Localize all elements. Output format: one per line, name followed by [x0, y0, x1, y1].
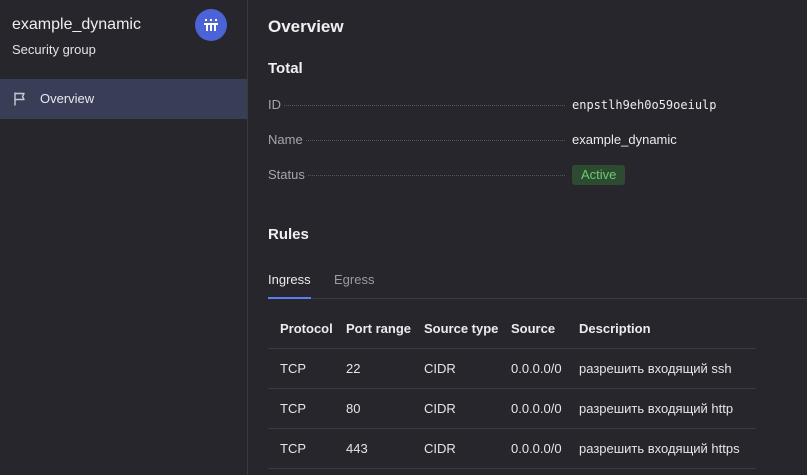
cell-source: 0.0.0.0/0: [499, 428, 567, 469]
tab-ingress[interactable]: Ingress: [268, 272, 311, 299]
cell-port-range: 443: [334, 428, 412, 469]
field-label-id: ID: [268, 97, 565, 112]
security-group-icon: [195, 9, 227, 41]
cell-source: 0.0.0.0/0: [499, 348, 567, 389]
column-header-port-range: Port range: [334, 309, 412, 349]
cell-description: разрешить входящий ssh: [567, 348, 756, 389]
cell-description: разрешить входящий http: [567, 388, 756, 429]
flag-icon: [12, 91, 28, 112]
cell-port-range: 80: [334, 388, 412, 429]
cell-protocol: TCP: [268, 348, 334, 389]
main-content: Overview Total ID enpstlh9eh0o59oeiulp N…: [248, 0, 807, 475]
section-title-rules: Rules: [268, 226, 309, 243]
cell-source-type: CIDR: [412, 388, 499, 429]
section-title-total: Total: [268, 60, 303, 77]
cell-source-type: CIDR: [412, 428, 499, 469]
table-row[interactable]: TCP 443 CIDR 0.0.0.0/0 разрешить входящи…: [268, 428, 756, 469]
resource-type: Security group: [12, 42, 96, 57]
field-label-name: Name: [268, 132, 565, 147]
rules-table: Protocol Port range Source type Source D…: [268, 309, 756, 469]
status-badge: Active: [572, 165, 626, 185]
tab-egress[interactable]: Egress: [334, 272, 374, 297]
rules-tabs: Ingress Egress: [268, 272, 807, 299]
field-label-status: Status: [268, 167, 565, 182]
cell-port-range: 22: [334, 348, 412, 389]
column-header-source-type: Source type: [412, 309, 499, 349]
sidebar-item-label: Overview: [40, 91, 95, 106]
field-value-id: enpstlh9eh0o59oeiulp: [572, 98, 717, 112]
table-header-row: Protocol Port range Source type Source D…: [268, 309, 756, 349]
sidebar-item-overview[interactable]: Overview: [0, 79, 247, 119]
field-value-name: example_dynamic: [572, 132, 677, 147]
cell-description: разрешить входящий https: [567, 428, 756, 469]
cell-source-type: CIDR: [412, 348, 499, 389]
cell-protocol: TCP: [268, 428, 334, 469]
column-header-description: Description: [567, 309, 756, 349]
table-row[interactable]: TCP 80 CIDR 0.0.0.0/0 разрешить входящий…: [268, 388, 756, 429]
page-title: Overview: [268, 17, 344, 36]
sidebar: example_dynamic Security group Overview: [0, 0, 248, 475]
table-row[interactable]: TCP 22 CIDR 0.0.0.0/0 разрешить входящий…: [268, 348, 756, 389]
cell-protocol: TCP: [268, 388, 334, 429]
resource-title: example_dynamic: [12, 16, 141, 33]
column-header-protocol: Protocol: [268, 309, 334, 349]
column-header-source: Source: [499, 309, 567, 349]
cell-source: 0.0.0.0/0: [499, 388, 567, 429]
